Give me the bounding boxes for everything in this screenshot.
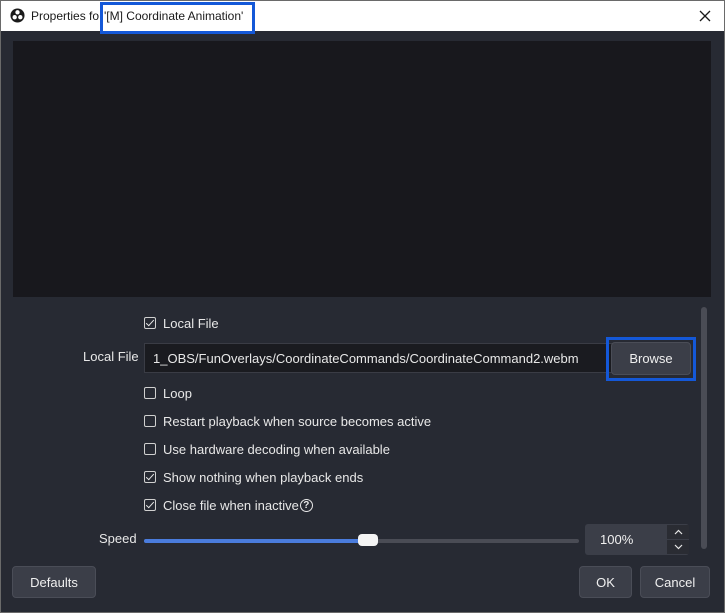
hardware-decoding-label: Use hardware decoding when available bbox=[163, 441, 390, 457]
close-file-inactive-label: Close file when inactive bbox=[163, 497, 299, 513]
obs-logo-icon bbox=[10, 8, 25, 23]
properties-dialog: Properties fo '[M] Coordinate Animation'… bbox=[0, 0, 725, 613]
cancel-button[interactable]: Cancel bbox=[640, 566, 710, 598]
loop-label: Loop bbox=[163, 385, 192, 401]
local-file-path-input[interactable]: 1_OBS/FunOverlays/CoordinateCommands/Coo… bbox=[144, 343, 614, 373]
chevron-up-icon bbox=[674, 529, 682, 535]
browse-button-label: Browse bbox=[629, 351, 673, 366]
speed-value: 100% bbox=[600, 532, 634, 547]
checkbox-unchecked[interactable] bbox=[144, 443, 156, 455]
checkbox-checked[interactable] bbox=[144, 499, 156, 511]
source-preview bbox=[13, 41, 711, 297]
speed-spinbox[interactable]: 100% bbox=[585, 524, 689, 555]
browse-button[interactable]: Browse bbox=[611, 342, 691, 375]
checkbox-checked[interactable] bbox=[144, 471, 156, 483]
ok-button-label: OK bbox=[596, 574, 615, 590]
properties-scrollbar[interactable] bbox=[701, 303, 709, 553]
speed-slider[interactable] bbox=[144, 534, 579, 546]
defaults-button[interactable]: Defaults bbox=[12, 566, 96, 598]
local-file-checkbox[interactable]: Local File bbox=[144, 314, 219, 332]
defaults-button-label: Defaults bbox=[30, 574, 78, 590]
restart-playback-checkbox[interactable]: Restart playback when source becomes act… bbox=[144, 412, 431, 430]
speed-slider-fill bbox=[144, 539, 362, 543]
properties-panel: Local File Local File 1_OBS/FunOverlays/… bbox=[13, 303, 701, 555]
help-icon[interactable]: ? bbox=[299, 498, 313, 512]
close-file-inactive-checkbox[interactable]: Close file when inactive ? bbox=[144, 496, 313, 514]
title-bar: Properties fo '[M] Coordinate Animation' bbox=[1, 1, 724, 34]
show-nothing-checkbox[interactable]: Show nothing when playback ends bbox=[144, 468, 363, 486]
scrollbar-thumb[interactable] bbox=[701, 307, 707, 549]
loop-checkbox[interactable]: Loop bbox=[144, 384, 192, 402]
close-button[interactable] bbox=[686, 1, 724, 31]
window-title-source-name: '[M] Coordinate Animation' bbox=[104, 9, 244, 23]
chevron-down-icon bbox=[674, 544, 682, 550]
checkbox-unchecked[interactable] bbox=[144, 415, 156, 427]
ok-button[interactable]: OK bbox=[579, 566, 632, 598]
cancel-button-label: Cancel bbox=[654, 574, 696, 590]
local-file-checkbox-label: Local File bbox=[163, 315, 219, 331]
checkbox-unchecked[interactable] bbox=[144, 387, 156, 399]
hardware-decoding-checkbox[interactable]: Use hardware decoding when available bbox=[144, 440, 390, 458]
speed-label: Speed bbox=[99, 531, 137, 546]
show-nothing-label: Show nothing when playback ends bbox=[163, 469, 364, 485]
window-title-prefix: Properties fo bbox=[31, 9, 100, 23]
speed-increment-button[interactable] bbox=[667, 525, 689, 539]
speed-decrement-button[interactable] bbox=[667, 540, 689, 554]
local-file-path-text: 1_OBS/FunOverlays/CoordinateCommands/Coo… bbox=[153, 350, 579, 366]
close-icon bbox=[699, 10, 711, 22]
restart-playback-label: Restart playback when source becomes act… bbox=[163, 413, 432, 429]
checkbox-checked[interactable] bbox=[144, 317, 156, 329]
local-file-label: Local File bbox=[83, 349, 139, 364]
speed-slider-thumb[interactable] bbox=[358, 534, 378, 546]
